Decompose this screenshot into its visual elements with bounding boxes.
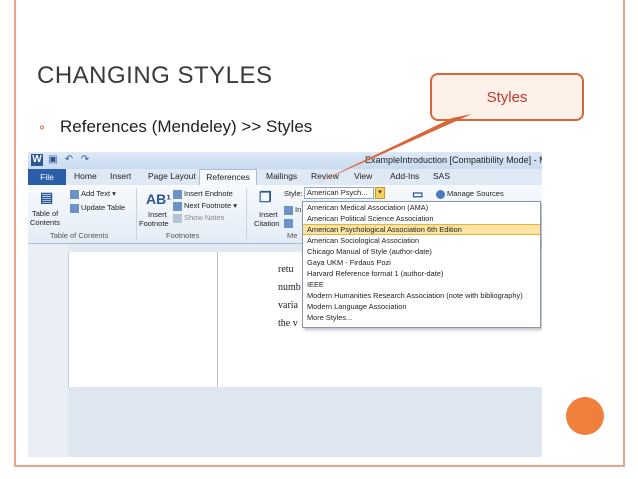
bullet-text: References (Mendeley) >> Styles (60, 117, 313, 136)
add-text-icon (70, 189, 79, 199)
show-notes-icon (173, 213, 182, 223)
style-dropdown-arrow[interactable]: ▾ (375, 187, 385, 199)
styles-callout: Styles (430, 73, 584, 121)
redo-icon[interactable]: ↷ (79, 154, 91, 166)
ribbon-tabs: File Home Insert Page Layout References … (28, 169, 542, 185)
document-icon: ▭ (412, 187, 424, 201)
accent-circle (566, 397, 604, 435)
insert-footnote-label-2[interactable]: Footnote (139, 219, 169, 228)
update-table-button[interactable]: Update Table (70, 203, 125, 213)
tab-sas[interactable]: SAS (433, 171, 450, 181)
slide-title: CHANGING STYLES (37, 62, 273, 89)
update-table-icon (70, 203, 79, 213)
word-screenshot: W ▣ ↶ ↷ ExampleIntroduction [Compatibili… (28, 152, 542, 457)
ribbon-separator (136, 188, 137, 240)
style-option[interactable]: Harvard Reference format 1 (author-date) (303, 268, 540, 279)
style-option[interactable]: American Medical Association (AMA) (303, 202, 540, 213)
insert-footnote-label-1[interactable]: Insert (148, 210, 167, 219)
bullet-icon: ⚬ (37, 121, 48, 135)
tab-page-layout[interactable]: Page Layout (148, 171, 196, 181)
left-pane (28, 244, 69, 457)
insert-footnote-icon: AB¹ (146, 191, 171, 207)
table-of-contents-label-1[interactable]: Table of (32, 209, 58, 218)
workspace-background (68, 387, 542, 457)
ribbon-separator (246, 188, 247, 240)
more-styles-option[interactable]: More Styles... (303, 312, 540, 323)
style-option[interactable]: American Political Science Association (303, 213, 540, 224)
style-option[interactable]: American Sociological Association (303, 235, 540, 246)
table-of-contents-label-2[interactable]: Contents (30, 218, 60, 227)
quick-access-toolbar: W ▣ ↶ ↷ (31, 154, 91, 166)
insert-citation-label-2[interactable]: Citation (254, 219, 279, 228)
word-app-icon: W (31, 154, 43, 166)
manage-sources-button[interactable]: Manage Sources (436, 189, 504, 199)
tab-insert[interactable]: Insert (110, 171, 131, 181)
insert-bibliography-icon[interactable]: In (284, 205, 301, 215)
style-label: Style: (284, 189, 303, 198)
tab-review[interactable]: Review (311, 171, 339, 181)
doc-line: the v (278, 318, 298, 329)
style-option[interactable]: IEEE (303, 279, 540, 290)
doc-line: numb (278, 282, 301, 293)
next-footnote-button[interactable]: Next Footnote ▾ (173, 201, 237, 211)
window-titlebar: W ▣ ↶ ↷ ExampleIntroduction [Compatibili… (28, 152, 542, 169)
style-option[interactable]: Chicago Manual of Style (author-date) (303, 246, 540, 257)
tab-add-ins[interactable]: Add-Ins (390, 171, 419, 181)
style-option[interactable]: Modern Humanities Research Association (… (303, 290, 540, 301)
style-option[interactable]: Gaya UKM - Firdaus Pozi (303, 257, 540, 268)
doc-line: varia (278, 300, 298, 311)
insert-citation-label-1[interactable]: Insert (259, 210, 278, 219)
doc-line: retu (278, 264, 294, 275)
window-title: ExampleIntroduction [Compatibility Mode]… (365, 155, 542, 165)
group-label-citations: Me (287, 231, 298, 240)
tab-references[interactable]: References (199, 169, 257, 185)
manage-icon[interactable] (284, 218, 295, 228)
tab-file[interactable]: File (28, 169, 66, 185)
insert-endnote-icon (173, 189, 182, 199)
group-label-footnotes: Footnotes (166, 231, 200, 240)
next-footnote-icon (173, 201, 182, 211)
manage-sources-icon (436, 189, 445, 199)
style-select[interactable]: American Psych... (304, 187, 374, 199)
add-text-button[interactable]: Add Text ▾ (70, 189, 116, 199)
save-icon[interactable]: ▣ (47, 154, 59, 166)
tab-mailings[interactable]: Mailings (266, 171, 297, 181)
undo-icon[interactable]: ↶ (63, 154, 75, 166)
style-dropdown-list: American Medical Association (AMA) Ameri… (302, 201, 541, 328)
table-of-contents-icon: ▤ (40, 189, 54, 205)
style-option-selected[interactable]: American Psychological Association 6th E… (303, 224, 540, 235)
show-notes-button[interactable]: Show Notes (173, 213, 224, 223)
group-label-toc: Table of Contents (50, 231, 109, 240)
insert-citation-icon: ❐ (259, 189, 272, 205)
tab-home[interactable]: Home (74, 171, 97, 181)
tab-view[interactable]: View (354, 171, 372, 181)
insert-endnote-button[interactable]: Insert Endnote (173, 189, 233, 199)
style-option[interactable]: Modern Language Association (303, 301, 540, 312)
